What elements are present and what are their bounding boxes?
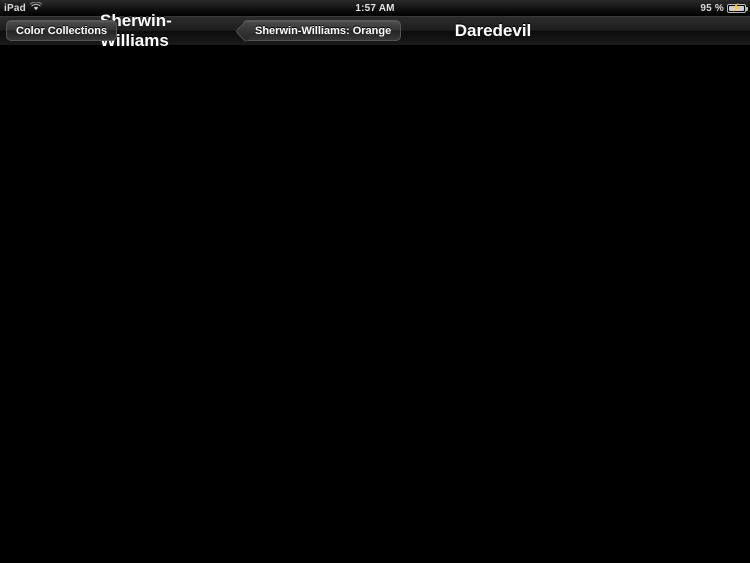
- color-collection-list[interactable]: [0, 46, 235, 563]
- color-collections-back-button[interactable]: Color Collections: [6, 20, 118, 41]
- status-bar-time: 1:57 AM: [355, 2, 395, 14]
- status-bar: iPad 1:57 AM 95 % ⚡: [0, 0, 750, 16]
- detail-navbar: Sherwin-Williams: Orange Daredevil: [236, 16, 750, 46]
- sherwin-williams-orange-back-button[interactable]: Sherwin-Williams: Orange: [243, 20, 402, 41]
- color-swatch-panel: [236, 46, 750, 563]
- battery-charging-icon: ⚡: [727, 3, 748, 13]
- charging-bolt-icon: ⚡: [731, 3, 742, 12]
- sidebar-navbar: Color Collections Sherwin-Williams: [0, 11, 236, 50]
- ipad-screen: iPad 1:57 AM 95 % ⚡ Color Collections Sh…: [0, 0, 750, 563]
- sidebar-title: Sherwin-Williams: [100, 10, 172, 50]
